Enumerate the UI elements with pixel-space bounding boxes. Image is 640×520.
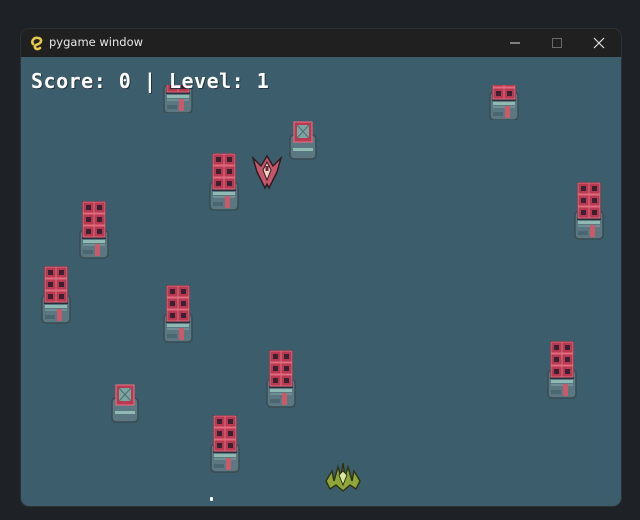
player-ship <box>325 462 361 492</box>
maximize-icon <box>552 38 562 48</box>
close-button[interactable] <box>577 29 621 57</box>
crate-machine <box>209 152 239 211</box>
maximize-button[interactable] <box>535 29 579 57</box>
crate-machine-single <box>111 384 139 423</box>
crate-machine <box>163 284 193 343</box>
crate-machine <box>41 265 71 324</box>
crate-machine <box>574 181 604 240</box>
game-canvas[interactable]: Score: 0 | Level: 1 <box>21 57 621 506</box>
score-level-hud: Score: 0 | Level: 1 <box>31 69 270 93</box>
crate-machine <box>266 349 296 408</box>
crate-machine <box>547 340 577 399</box>
pygame-window: pygame window Score: 0 | Level: 1 <box>21 29 621 506</box>
window-title: pygame window <box>49 35 144 49</box>
python-snake-icon <box>31 36 43 51</box>
minimize-button[interactable] <box>493 29 537 57</box>
minimize-icon <box>510 42 520 44</box>
crate-machine <box>79 200 109 259</box>
bullet <box>210 497 213 501</box>
crate-machine-top-edge <box>489 85 519 120</box>
enemy-alien-ship <box>251 154 283 190</box>
close-icon <box>593 37 605 49</box>
crate-machine <box>210 414 240 473</box>
title-bar[interactable]: pygame window <box>21 29 621 57</box>
crate-machine-single <box>289 121 317 160</box>
